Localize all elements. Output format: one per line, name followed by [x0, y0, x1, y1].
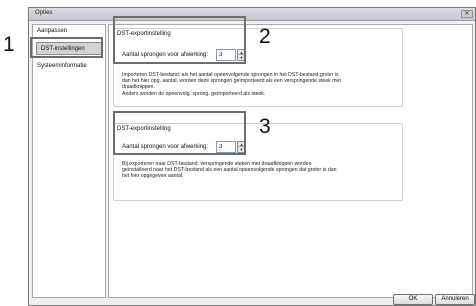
- ok-button[interactable]: OK: [393, 294, 433, 305]
- settings-panel: DST-exportinstelling Aantal sprongen voo…: [108, 24, 473, 298]
- options-sidebar: Aanpassen DST-instellingen Systeeminform…: [32, 24, 106, 298]
- description-line: Anders worden de opeenvolg. sprong. geïm…: [122, 90, 266, 97]
- callout-number: 2: [259, 25, 271, 48]
- highlight-box-3: [113, 111, 246, 155]
- title-bar: Opties ✕: [29, 8, 475, 21]
- cancel-button[interactable]: Annuleren: [435, 294, 475, 305]
- import-description: Importeren DST-bestand: als het aantal o…: [122, 72, 402, 97]
- description-line: het hier opgegeven aantal.: [122, 173, 184, 180]
- window-title: Opties: [35, 10, 53, 16]
- highlight-box-2: [113, 16, 246, 64]
- sidebar-item-systeeminformatie[interactable]: Systeeminformatie: [37, 63, 87, 69]
- sidebar-item-aanpassen[interactable]: Aanpassen: [37, 28, 67, 34]
- close-button[interactable]: ✕: [461, 10, 473, 18]
- highlight-box-1: [30, 37, 103, 58]
- callout-number: 1: [3, 33, 15, 56]
- export-description: Bij exporteren naar DST-bestand: verspri…: [122, 161, 402, 180]
- callout-number: 3: [259, 115, 271, 138]
